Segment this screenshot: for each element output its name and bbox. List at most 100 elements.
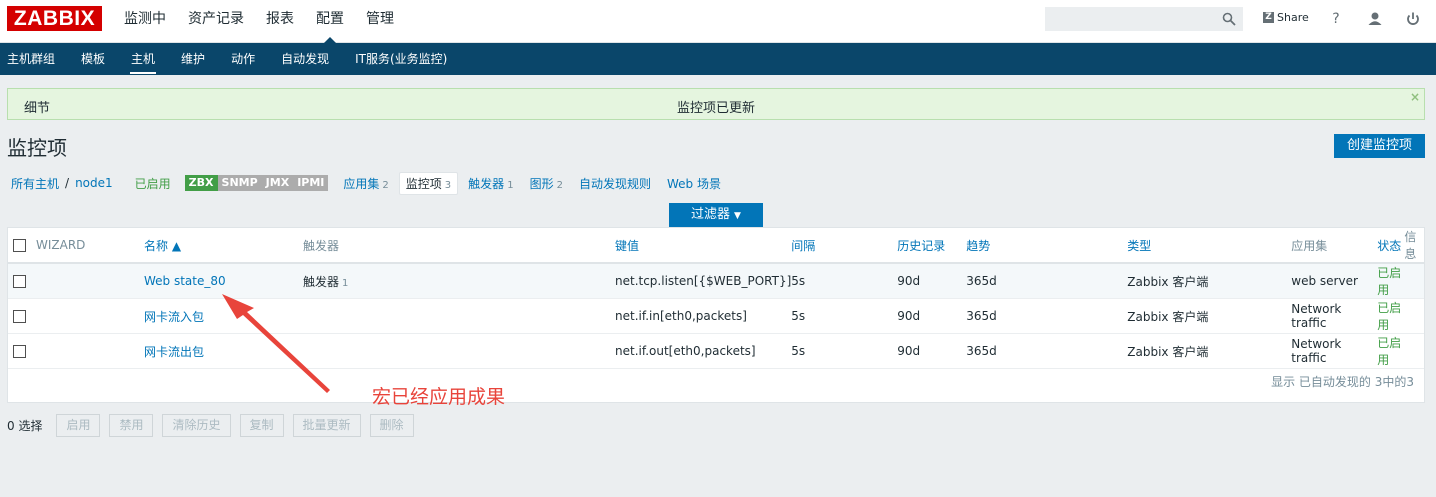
main-menu: 监测中 资产记录 报表 配置 管理 [113, 0, 405, 44]
wizard-cell [36, 333, 144, 369]
item-type: Zabbix 客户端 [1127, 263, 1292, 299]
page-title: 监控项 [7, 136, 67, 160]
select-all-checkbox[interactable] [13, 239, 26, 252]
disable-button[interactable]: 禁用 [109, 413, 154, 437]
col-key[interactable]: 键值 [615, 228, 792, 264]
items-table: WIZARD 名称 ▲ 触发器 键值 间隔 历史记录 趋势 类型 应用集 状态 … [7, 227, 1425, 403]
search-input[interactable] [1045, 7, 1243, 31]
col-type[interactable]: 类型 [1127, 228, 1292, 264]
subnav-actions[interactable]: 动作 [224, 43, 268, 75]
share-label: Share [1277, 11, 1309, 24]
item-interval: 5s [791, 333, 898, 369]
item-interval: 5s [791, 263, 898, 299]
tab-applications[interactable]: 应用集 2 [337, 173, 394, 194]
item-trends: 365d [966, 333, 1128, 369]
user-profile-icon[interactable] [1365, 9, 1385, 29]
col-info: 信息 [1404, 228, 1424, 264]
subnav-maintenance[interactable]: 维护 [174, 43, 218, 75]
subnav-host-groups[interactable]: 主机群组 [0, 43, 68, 75]
item-key: net.if.in[eth0,packets] [615, 298, 792, 334]
create-item-button[interactable]: 创建监控项 [1334, 134, 1425, 158]
item-info [1404, 263, 1424, 299]
selected-count: 0 选择 [7, 418, 43, 433]
wizard-cell [36, 298, 144, 334]
filter-toggle[interactable]: 过滤器 ▼ [669, 203, 763, 227]
availability-tags: ZBX SNMP JMX IPMI [184, 175, 329, 191]
subnav-it-services[interactable]: IT服务(业务监控) [348, 43, 460, 75]
wizard-cell [36, 263, 144, 299]
item-trigger-link[interactable]: 触发器 [303, 275, 339, 289]
menu-monitoring[interactable]: 监测中 [113, 0, 177, 43]
message-text: 监控项已更新 [676, 101, 755, 116]
item-application: Network traffic [1291, 333, 1378, 369]
mass-update-button[interactable]: 批量更新 [292, 413, 361, 437]
tab-items[interactable]: 监控项 3 [398, 171, 459, 195]
tab-triggers[interactable]: 触发器 1 [462, 173, 519, 194]
ipmi-tag: IPMI [293, 175, 329, 191]
item-type: Zabbix 客户端 [1127, 298, 1292, 334]
table-row: 网卡流出包 net.if.out[eth0,packets] 5s 90d 36… [8, 333, 1424, 369]
tab-label: 监控项 [405, 176, 442, 191]
col-applications: 应用集 [1291, 228, 1378, 264]
col-history[interactable]: 历史记录 [897, 228, 967, 264]
item-trigger [303, 298, 615, 334]
menu-reports[interactable]: 报表 [255, 0, 305, 43]
mass-action-bar: 0 选择 启用 禁用 清除历史 复制 批量更新 删除 [7, 413, 423, 437]
item-info [1404, 298, 1424, 334]
item-name-link[interactable]: 网卡流出包 [144, 345, 204, 359]
sign-out-icon[interactable] [1403, 9, 1423, 29]
search-icon[interactable] [1222, 12, 1236, 26]
zbx-tag: ZBX [184, 175, 218, 191]
all-hosts-link[interactable]: 所有主机 [7, 175, 63, 192]
col-status[interactable]: 状态 [1377, 228, 1405, 264]
host-link[interactable]: node1 [71, 176, 117, 190]
tab-graphs[interactable]: 图形 2 [524, 173, 569, 194]
item-interval: 5s [791, 298, 898, 334]
zabbix-logo[interactable]: ZABBIX [7, 6, 102, 31]
trigger-count: 1 [342, 277, 349, 289]
menu-configuration[interactable]: 配置 [305, 0, 355, 44]
host-status[interactable]: 已启用 [131, 175, 175, 192]
item-status-link[interactable]: 已启用 [1377, 266, 1401, 297]
row-checkbox[interactable] [13, 345, 26, 358]
row-checkbox[interactable] [13, 310, 26, 323]
close-icon[interactable]: × [1410, 90, 1420, 104]
filter-label: 过滤器 [691, 207, 731, 222]
snmp-tag: SNMP [217, 175, 262, 191]
col-interval[interactable]: 间隔 [791, 228, 898, 264]
col-triggers: 触发器 [303, 228, 615, 264]
share-link[interactable]: Z Share [1263, 11, 1309, 24]
tab-discovery-rules[interactable]: 自动发现规则 [573, 173, 657, 194]
tab-web-scenarios[interactable]: Web 场景 [661, 173, 727, 194]
subnav-discovery[interactable]: 自动发现 [274, 43, 342, 75]
subnav-templates[interactable]: 模板 [74, 43, 118, 75]
item-trends: 365d [966, 298, 1128, 334]
zabbix-share-icon: Z [1263, 12, 1274, 23]
tab-count: 2 [556, 179, 563, 191]
col-trends[interactable]: 趋势 [966, 228, 1128, 264]
tab-label: 应用集 [343, 176, 380, 191]
row-checkbox[interactable] [13, 275, 26, 288]
success-message: 细节 监控项已更新 × [7, 88, 1425, 120]
menu-administration[interactable]: 管理 [355, 0, 405, 43]
item-application: Network traffic [1291, 298, 1378, 334]
item-name-link[interactable]: 网卡流入包 [144, 310, 204, 324]
delete-button[interactable]: 删除 [369, 413, 414, 437]
col-name[interactable]: 名称 ▲ [144, 228, 303, 264]
item-status-link[interactable]: 已启用 [1377, 301, 1401, 332]
subnav-hosts[interactable]: 主机 [124, 43, 168, 75]
item-trends: 365d [966, 263, 1128, 299]
menu-inventory[interactable]: 资产记录 [177, 0, 255, 43]
help-icon[interactable]: ? [1326, 9, 1346, 29]
clear-history-button[interactable]: 清除历史 [162, 413, 231, 437]
sub-navigation: 主机群组 模板 主机 维护 动作 自动发现 IT服务(业务监控) [0, 43, 1436, 75]
enable-button[interactable]: 启用 [56, 413, 101, 437]
copy-button[interactable]: 复制 [239, 413, 284, 437]
tab-count: 3 [444, 179, 452, 191]
tab-count: 1 [507, 179, 514, 191]
item-history: 90d [897, 333, 967, 369]
item-status-link[interactable]: 已启用 [1377, 336, 1401, 367]
item-history: 90d [897, 263, 967, 299]
item-name-link[interactable]: Web state_80 [144, 274, 226, 288]
col-wizard: WIZARD [36, 228, 144, 264]
